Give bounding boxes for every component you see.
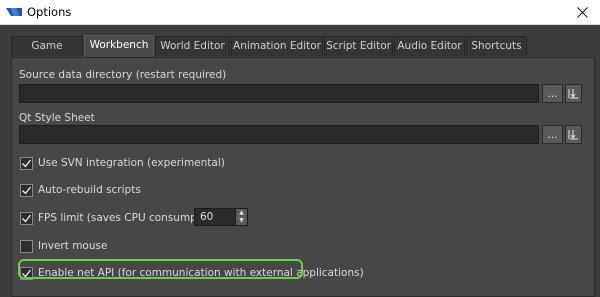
auto-rebuild-label: Auto-rebuild scripts [38, 184, 141, 196]
spin-up-icon[interactable]: ▲ [239, 210, 244, 216]
fps-limit-option[interactable]: FPS limit (saves CPU consumption) 60 ▲ ▼ [20, 208, 260, 226]
checkmark-icon [22, 214, 32, 223]
qt-style-label: Qt Style Sheet [19, 112, 95, 124]
source-dir-label: Source data directory (restart required) [19, 69, 227, 81]
qt-style-input[interactable] [19, 125, 539, 144]
svn-integration-option[interactable]: Use SVN integration (experimental) [20, 155, 225, 171]
checkmark-icon [22, 159, 32, 168]
tab-audio-editor[interactable]: Audio Editor [394, 36, 465, 56]
tab-label: Workbench [89, 39, 149, 51]
qt-style-browse-button[interactable]: ... [542, 125, 563, 144]
spin-down-icon[interactable]: ▼ [239, 218, 244, 224]
app-logo-icon [6, 8, 22, 16]
tab-label: Animation Editor [233, 40, 321, 52]
tab-world-editor[interactable]: World Editor [155, 36, 230, 56]
workbench-panel: Source data directory (restart required)… [11, 57, 595, 297]
tab-label: World Editor [160, 40, 225, 52]
close-icon [576, 6, 588, 18]
fps-limit-spinbox[interactable]: 60 ▲ ▼ [194, 208, 248, 226]
fps-limit-value: 60 [200, 211, 214, 223]
source-dir-input[interactable] [19, 84, 539, 103]
close-button[interactable] [564, 0, 600, 24]
fps-limit-checkbox[interactable] [20, 211, 33, 225]
arrow-icon [568, 89, 578, 99]
window-title: Options [27, 5, 72, 19]
enable-net-api-option[interactable]: Enable net API (for communication with e… [18, 259, 364, 281]
invert-mouse-option[interactable]: Invert mouse [20, 238, 107, 254]
tab-shortcuts[interactable]: Shortcuts [466, 36, 527, 56]
tab-label: Audio Editor [397, 40, 462, 52]
invert-mouse-checkbox[interactable] [20, 239, 33, 253]
invert-mouse-label: Invert mouse [38, 240, 108, 252]
auto-rebuild-option[interactable]: Auto-rebuild scripts [20, 182, 141, 198]
checkmark-icon [22, 186, 32, 195]
title-bar: Options [0, 0, 600, 25]
tab-label: Shortcuts [471, 40, 522, 52]
tab-workbench[interactable]: Workbench [84, 35, 154, 57]
tab-script-editor[interactable]: Script Editor [324, 36, 393, 56]
svn-label: Use SVN integration (experimental) [38, 157, 225, 169]
arrow-icon [568, 130, 578, 140]
highlight-outline [18, 259, 303, 279]
tab-bar: Game Project Workbench World Editor Anim… [11, 35, 591, 71]
tab-game-project[interactable]: Game Project [11, 36, 83, 71]
tab-label: Script Editor [326, 40, 391, 52]
spin-arrows[interactable]: ▲ ▼ [235, 209, 247, 225]
qt-style-arrow-button[interactable] [565, 125, 582, 144]
auto-rebuild-checkbox[interactable] [20, 183, 33, 197]
source-dir-browse-button[interactable]: ... [542, 84, 563, 103]
svn-checkbox[interactable] [20, 156, 33, 170]
source-dir-arrow-button[interactable] [565, 84, 582, 103]
tab-animation-editor[interactable]: Animation Editor [231, 36, 323, 56]
